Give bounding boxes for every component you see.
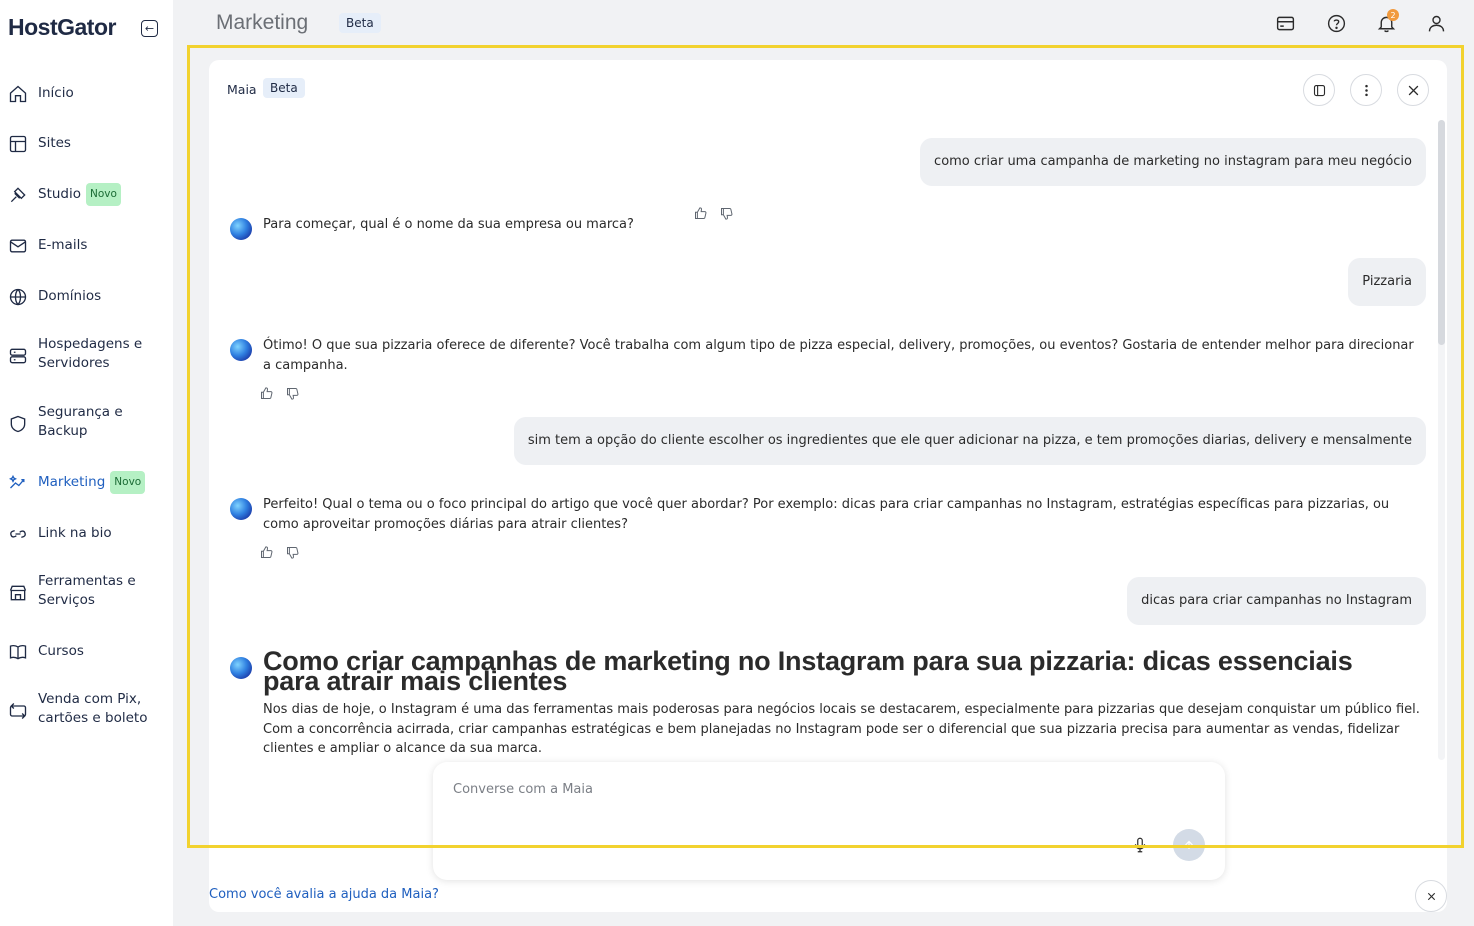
sidebar-item-label: Link na bio [38, 525, 112, 541]
sidebar-item-hospedagens[interactable]: Hospedagens e Servidores [0, 336, 173, 371]
maia-chat-panel: Maia Beta como criar uma campanha de mar… [209, 60, 1447, 912]
thumbs-up-button[interactable] [258, 544, 274, 560]
article-body: Nos dias de hoje, o Instagram é uma das … [263, 702, 1420, 756]
sidebar-item-marketing[interactable]: Marketing Novo [0, 471, 173, 494]
sidebar-item-ferramentas[interactable]: Ferramentas e Serviços [0, 573, 173, 608]
arrow-left-icon: ← [144, 22, 155, 35]
globe-icon [7, 286, 28, 307]
maia-avatar [230, 218, 252, 240]
book-icon [7, 641, 28, 662]
studio-icon [7, 184, 28, 205]
shield-icon [7, 413, 28, 434]
close-icon [1427, 892, 1435, 900]
beta-badge: Beta [339, 13, 381, 33]
layout-icon [7, 133, 28, 154]
thumbs-down-icon [286, 387, 298, 400]
user-message: Pizzaria [1348, 258, 1426, 306]
sidebar-item-label: Hospedagens e Servidores [38, 336, 143, 371]
sidebar-item-sites[interactable]: Sites [0, 133, 173, 154]
credit-card-icon [1276, 16, 1294, 30]
sidebar-item-label: E-mails [38, 237, 88, 253]
sidebar-item-label: Início [38, 85, 74, 101]
help-icon [1327, 14, 1345, 32]
server-icon [7, 345, 28, 366]
account-button[interactable] [1424, 11, 1448, 35]
bot-message: Ótimo! O que sua pizzaria oferece de dif… [263, 338, 1414, 373]
notification-count-badge: 2 [1387, 9, 1399, 21]
sidebar-item-label: Ferramentas e Serviços [38, 573, 136, 608]
chat-scrollbar[interactable] [1438, 120, 1445, 760]
sidebar-item-studio[interactable]: Studio Novo [0, 183, 173, 206]
user-message: como criar uma campanha de marketing no … [920, 138, 1426, 186]
sparkle-icon [7, 472, 28, 493]
send-button[interactable] [1173, 829, 1205, 861]
sidebar-item-label: Marketing Novo [38, 471, 146, 494]
sidebar-item-inicio[interactable]: Início [0, 83, 173, 104]
close-icon [1408, 85, 1418, 95]
sidebar-item-label: Sites [38, 135, 71, 151]
mail-icon [7, 235, 28, 256]
article-title: Como criar campanhas de marketing no Ins… [263, 646, 1353, 696]
message-feedback [258, 544, 300, 560]
sidebar: HostGator ← Início Sites Studio Novo E-m… [0, 0, 173, 926]
voice-input-button[interactable] [1130, 835, 1150, 855]
toggle-panel-button[interactable] [1303, 74, 1335, 106]
message-feedback [258, 385, 300, 401]
chat-beta-badge: Beta [263, 78, 305, 98]
sidebar-item-label: Segurança e Backup [38, 404, 123, 439]
close-chat-button[interactable] [1397, 74, 1429, 106]
arrow-up-icon [1185, 840, 1193, 849]
billing-button[interactable] [1273, 11, 1297, 35]
sidebar-item-label: Venda com Pix, cartões e boleto [38, 691, 148, 726]
chat-input[interactable] [453, 782, 1103, 797]
thumbs-down-icon [286, 546, 298, 559]
thumbs-up-button[interactable] [258, 385, 274, 401]
sidebar-item-venda-pix[interactable]: Venda com Pix, cartões e boleto [0, 691, 173, 726]
store-icon [7, 582, 28, 603]
sidebar-item-label: Cursos [38, 643, 84, 659]
chat-scrollbar-thumb[interactable] [1438, 120, 1445, 345]
dismiss-rating-button[interactable] [1415, 880, 1447, 912]
collapse-sidebar-button[interactable]: ← [141, 20, 158, 37]
help-button[interactable] [1324, 11, 1348, 35]
thumbs-down-button[interactable] [284, 544, 300, 560]
sidebar-item-seguranca[interactable]: Segurança e Backup [0, 404, 173, 439]
sidebar-item-emails[interactable]: E-mails [0, 235, 173, 256]
bot-message: Perfeito! Qual o tema ou o foco principa… [263, 497, 1390, 532]
bot-message: Para começar, qual é o nome da sua empre… [263, 217, 634, 232]
novo-badge: Novo [86, 183, 121, 206]
sidebar-item-dominios[interactable]: Domínios [0, 286, 173, 307]
user-message: sim tem a opção do cliente escolher os i… [513, 417, 1426, 465]
page-title: Marketing [216, 11, 309, 34]
sidebar-item-cursos[interactable]: Cursos [0, 641, 173, 662]
more-vertical-icon [1364, 84, 1368, 96]
notifications-button[interactable]: 2 [1374, 9, 1399, 35]
microphone-icon [1134, 837, 1146, 853]
novo-badge: Novo [110, 471, 146, 494]
sidebar-item-text: Studio [38, 186, 81, 202]
sidebar-item-label: Studio Novo [38, 183, 121, 206]
maia-avatar [230, 339, 252, 361]
home-icon [7, 83, 28, 104]
more-options-button[interactable] [1350, 74, 1382, 106]
thumbs-up-icon [260, 386, 272, 399]
link-icon [7, 523, 28, 544]
thumbs-up-icon [260, 545, 272, 558]
payment-icon [7, 700, 28, 721]
chat-composer [433, 762, 1225, 880]
sidebar-toggle-icon [1313, 84, 1325, 96]
user-message: dicas para criar campanhas no Instagram [1127, 577, 1426, 625]
sidebar-item-text: Marketing [38, 474, 106, 490]
sidebar-item-label: Domínios [38, 288, 102, 304]
maia-avatar [230, 657, 252, 679]
brand-logo[interactable]: HostGator [8, 14, 116, 41]
thumbs-down-button[interactable] [284, 385, 300, 401]
rate-maia-link[interactable]: Como você avalia a ajuda da Maia? [209, 887, 439, 902]
sidebar-item-link-na-bio[interactable]: Link na bio [0, 523, 173, 544]
chat-title: Maia [227, 82, 257, 97]
user-icon [1428, 15, 1444, 31]
maia-avatar [230, 498, 252, 520]
